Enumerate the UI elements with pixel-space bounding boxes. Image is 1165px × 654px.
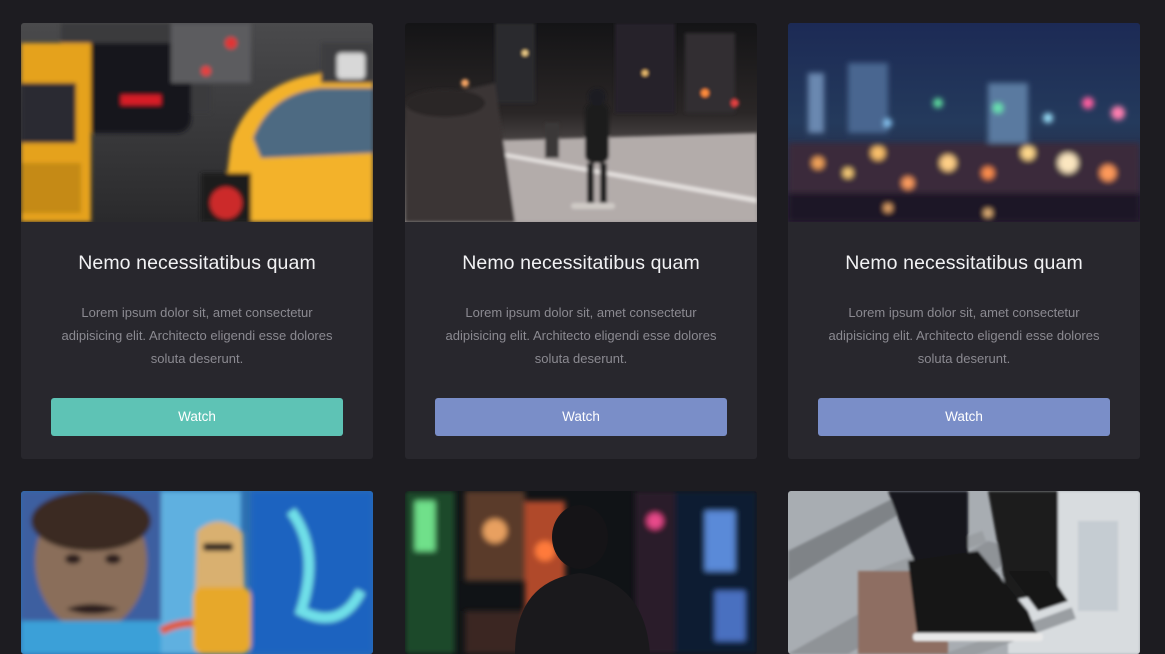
card-grid: Nemo necessitatibus quam Lorem ipsum dol… <box>0 0 1165 654</box>
sneakers-stairs-photo <box>788 491 1140 654</box>
graffiti-woman-photo <box>21 491 373 654</box>
bokeh-city-lights-photo <box>788 23 1140 222</box>
video-card: Nemo necessitatibus quam Lorem ipsum dol… <box>21 23 373 459</box>
neon-street-silhouette-photo <box>405 491 757 654</box>
card-description: Lorem ipsum dolor sit, amet consectetur … <box>61 305 333 366</box>
card-title: Nemo necessitatibus quam <box>462 252 700 274</box>
video-card <box>21 491 373 654</box>
watch-button[interactable]: Watch <box>51 398 343 436</box>
card-description: Lorem ipsum dolor sit, amet consectetur … <box>445 305 717 366</box>
taxi-traffic-photo <box>21 23 373 222</box>
video-card: Nemo necessitatibus quam Lorem ipsum dol… <box>405 23 757 459</box>
city-skateboarder-photo <box>405 23 757 222</box>
video-card <box>788 491 1140 654</box>
video-card: Nemo necessitatibus quam Lorem ipsum dol… <box>788 23 1140 459</box>
watch-button[interactable]: Watch <box>818 398 1110 436</box>
card-description: Lorem ipsum dolor sit, amet consectetur … <box>828 305 1100 366</box>
watch-button[interactable]: Watch <box>435 398 727 436</box>
video-card <box>405 491 757 654</box>
card-title: Nemo necessitatibus quam <box>845 252 1083 274</box>
card-title: Nemo necessitatibus quam <box>78 252 316 274</box>
